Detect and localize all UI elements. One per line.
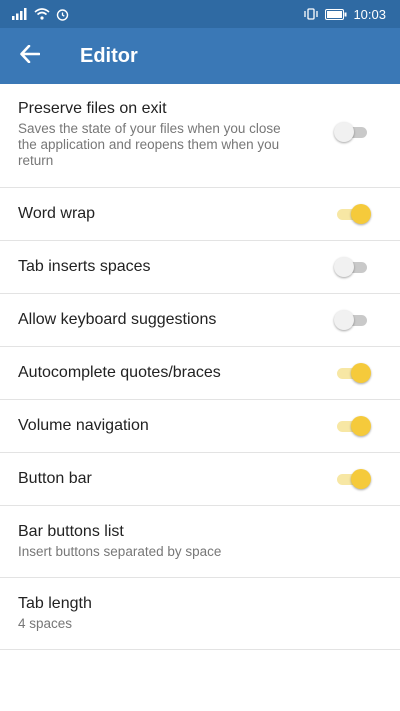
tab-inserts-spaces-toggle[interactable] (334, 255, 374, 279)
setting-label: Word wrap (18, 205, 96, 222)
autocomplete-toggle[interactable] (334, 361, 374, 385)
setting-label: Preserve files on exit (18, 100, 167, 117)
setting-preserve-files[interactable]: Preserve files on exit Saves the state o… (0, 84, 400, 188)
signal-icon (12, 8, 28, 20)
setting-word-wrap[interactable]: Word wrap (0, 188, 400, 241)
settings-list: Preserve files on exit Saves the state o… (0, 84, 400, 650)
toggle-thumb (351, 469, 371, 489)
arrow-left-icon (20, 44, 41, 68)
setting-label: Volume navigation (18, 417, 149, 434)
setting-summary: Saves the state of your files when you c… (18, 121, 281, 168)
toggle-thumb (351, 363, 371, 383)
setting-bar-buttons-list[interactable]: Bar buttons list Insert buttons separate… (0, 506, 400, 578)
back-button[interactable] (0, 28, 60, 84)
button-bar-toggle[interactable] (334, 467, 374, 491)
volume-navigation-toggle[interactable] (334, 414, 374, 438)
wifi-icon (34, 8, 50, 20)
vibrate-icon (303, 8, 319, 20)
app-bar: Editor (0, 28, 400, 84)
setting-summary: 4 spaces (18, 616, 73, 631)
setting-keyboard-suggestions[interactable]: Allow keyboard suggestions (0, 294, 400, 347)
status-bar-right: 10:03 (303, 7, 386, 22)
toggle-thumb (351, 204, 371, 224)
setting-volume-navigation[interactable]: Volume navigation (0, 400, 400, 453)
toggle-thumb (334, 122, 354, 142)
status-bar-left (12, 8, 69, 21)
toggle-thumb (351, 416, 371, 436)
setting-tab-length[interactable]: Tab length 4 spaces (0, 578, 400, 650)
setting-button-bar[interactable]: Button bar (0, 453, 400, 506)
preserve-files-toggle[interactable] (334, 120, 374, 144)
setting-label: Tab length (18, 595, 92, 612)
status-time: 10:03 (353, 6, 386, 22)
setting-summary: Insert buttons separated by space (18, 544, 222, 559)
keyboard-suggestions-toggle[interactable] (334, 308, 374, 332)
alarm-icon (56, 8, 69, 21)
setting-text: Bar buttons list Insert buttons separate… (18, 523, 221, 560)
setting-label: Bar buttons list (18, 523, 124, 540)
setting-label: Allow keyboard suggestions (18, 311, 217, 328)
setting-text: Preserve files on exit Saves the state o… (18, 100, 298, 169)
page-title: Editor (80, 44, 138, 67)
setting-label: Tab inserts spaces (18, 258, 151, 275)
battery-icon (325, 8, 347, 20)
toggle-thumb (334, 257, 354, 277)
setting-label: Button bar (18, 470, 92, 487)
setting-autocomplete[interactable]: Autocomplete quotes/braces (0, 347, 400, 400)
setting-text: Tab length 4 spaces (18, 595, 92, 632)
word-wrap-toggle[interactable] (334, 202, 374, 226)
status-bar: 10:03 (0, 0, 400, 28)
setting-label: Autocomplete quotes/braces (18, 364, 221, 381)
toggle-thumb (334, 310, 354, 330)
setting-tab-inserts-spaces[interactable]: Tab inserts spaces (0, 241, 400, 294)
